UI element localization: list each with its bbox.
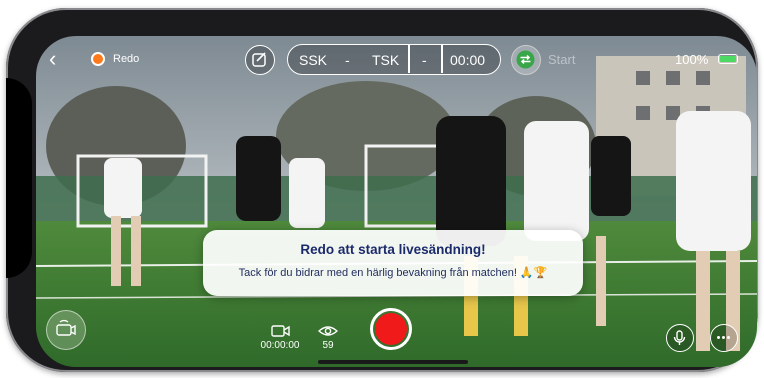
scoreboard[interactable]: SSK - TSK - 00:00 (287, 44, 501, 75)
edit-icon (252, 52, 266, 67)
timer-label: 00:00 (450, 52, 486, 68)
viewers-count: 59 (322, 340, 334, 351)
viewers-stat: 59 (314, 324, 342, 351)
top-bar: ‹ Redo SSK - TSK - 00:00 Start 100% (36, 36, 757, 86)
score-separator: - (345, 52, 350, 68)
eye-icon (318, 326, 338, 336)
start-label: Start (548, 52, 576, 67)
sync-button[interactable] (511, 45, 541, 75)
battery-icon (718, 54, 738, 64)
home-team-label: SSK (299, 52, 328, 68)
duration-stat: 00:00:00 (255, 324, 305, 351)
ready-toast: Redo att starta livesändning! Tack för d… (203, 230, 583, 296)
switch-camera-button[interactable] (46, 310, 86, 350)
phone-frame: ‹ Redo SSK - TSK - 00:00 Start 100% Redo… (6, 8, 758, 372)
bottom-bar: 00:00:00 59 (36, 306, 757, 367)
switch-camera-icon (56, 319, 76, 336)
microphone-button[interactable] (666, 324, 694, 352)
record-dot-icon (375, 313, 407, 345)
chevron-left-icon[interactable]: ‹ (49, 48, 56, 70)
toast-message: Tack för du bidrar med en härlig bevakni… (238, 267, 548, 279)
battery-percent: 100% (675, 52, 709, 67)
divider (408, 45, 410, 73)
edit-button[interactable] (245, 45, 275, 75)
battery-level (720, 56, 736, 62)
away-team-label: TSK (372, 52, 400, 68)
notch (6, 78, 32, 278)
record-button[interactable] (370, 308, 412, 350)
camera-view: ‹ Redo SSK - TSK - 00:00 Start 100% Redo… (36, 36, 757, 367)
more-button[interactable] (710, 324, 738, 352)
status-dot-icon (91, 52, 105, 66)
video-camera-icon (271, 325, 290, 337)
status-label: Redo (113, 53, 140, 65)
duration-label: 00:00:00 (260, 340, 300, 351)
sync-arrows-icon (516, 50, 535, 69)
microphone-icon (673, 330, 686, 345)
toast-title: Redo att starta livesändning! (300, 242, 486, 257)
more-dots-icon (717, 336, 730, 339)
home-indicator (318, 360, 468, 364)
divider (441, 45, 443, 73)
period-label: - (422, 52, 427, 68)
